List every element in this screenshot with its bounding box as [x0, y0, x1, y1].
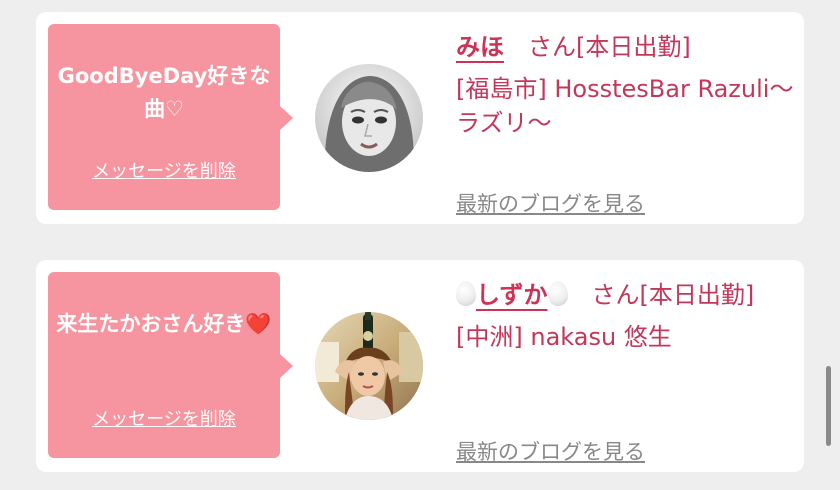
cast-name-text: しずか: [476, 281, 548, 309]
delete-message-link[interactable]: メッセージを削除: [48, 157, 280, 183]
cast-info: みほ さん[本日出勤] [福島市] HosstesBar Razuli～ラズリ～ …: [456, 30, 796, 216]
message-text: 来生たかおさん好き❤️: [56, 308, 272, 341]
shop-name: [中洲] nakasu 悠生: [456, 323, 672, 351]
egg-icon: [456, 281, 476, 306]
cast-card: GoodByeDay好きな曲♡ メッセージを削除 みほ さん[本日出勤] [福島…: [36, 12, 804, 224]
name-line: しずか さん[本日出勤]: [456, 278, 796, 312]
honorific-status: さん[本日出勤]: [591, 281, 755, 309]
cast-card: 来生たかおさん好き❤️ メッセージを削除 しずか さん[本日出勤] [中洲] n…: [36, 260, 804, 472]
cast-name-link[interactable]: みほ: [456, 33, 504, 61]
name-line: みほ さん[本日出勤]: [456, 30, 796, 64]
avatar[interactable]: [315, 312, 423, 420]
cast-name-link[interactable]: しずか: [456, 281, 568, 309]
honorific-status: さん[本日出勤]: [528, 33, 691, 61]
cast-info: しずか さん[本日出勤] [中洲] nakasu 悠生 最新のブログを見る: [456, 278, 796, 464]
latest-blog-link[interactable]: 最新のブログを見る: [456, 436, 645, 466]
message-bubble: GoodByeDay好きな曲♡ メッセージを削除: [48, 24, 293, 210]
latest-blog-link[interactable]: 最新のブログを見る: [456, 188, 645, 218]
message-text-body: 来生たかおさん好き: [56, 312, 246, 336]
egg-icon: [547, 281, 568, 306]
shop-name: [福島市] HosstesBar Razuli～ラズリ～: [456, 75, 794, 137]
scrollbar[interactable]: [826, 366, 831, 446]
red-heart-icon: ❤️: [245, 312, 272, 336]
message-text: GoodByeDay好きな曲♡: [57, 64, 271, 121]
delete-message-link[interactable]: メッセージを削除: [48, 405, 280, 431]
avatar[interactable]: [315, 64, 423, 172]
message-bubble: 来生たかおさん好き❤️ メッセージを削除: [48, 272, 293, 458]
